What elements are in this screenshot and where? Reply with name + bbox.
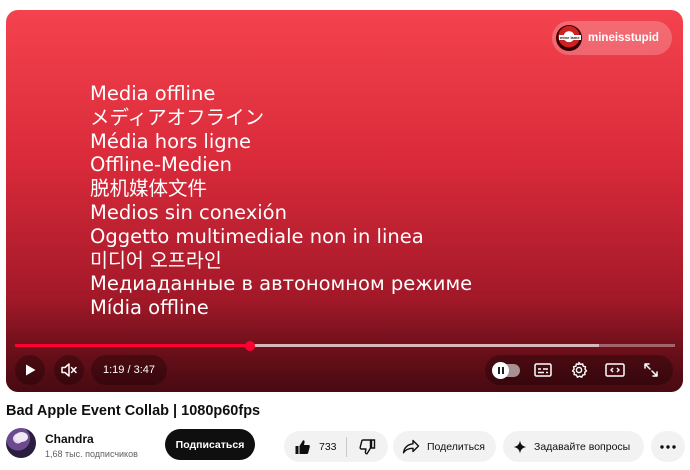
offline-line: Media offline	[90, 82, 216, 105]
autoplay-toggle-track	[492, 361, 520, 379]
dislike-button[interactable]	[347, 431, 387, 462]
share-icon	[402, 439, 420, 454]
progress-scrubber-handle[interactable]	[244, 340, 255, 351]
thumbs-up-icon	[295, 439, 310, 454]
subscriber-count: 1,68 тыс. подписчиков	[45, 449, 138, 459]
like-button[interactable]: 733	[284, 431, 346, 462]
offline-line: Медиаданные в автономном режиме	[90, 272, 473, 296]
like-dislike-group: 733	[284, 431, 388, 462]
chip-avatar: mine lame	[556, 25, 582, 51]
more-actions-button[interactable]	[651, 431, 685, 462]
theater-mode-icon	[605, 363, 625, 377]
chip-avatar-text: mine lame	[559, 35, 581, 40]
subtitles-icon	[534, 363, 552, 377]
progress-bar[interactable]	[15, 340, 675, 351]
share-button[interactable]: Поделиться	[393, 431, 496, 462]
channel-avatar[interactable]	[6, 428, 36, 458]
offline-line: Oggetto multimediale non in linea	[90, 224, 424, 248]
chip-channel-name: mineisstupid	[588, 32, 659, 44]
channel-chip[interactable]: mine lame mineisstupid	[552, 21, 672, 55]
progress-played	[15, 344, 250, 347]
video-title: Bad Apple Event Collab | 1080p60fps	[6, 403, 261, 419]
gear-icon	[571, 361, 588, 378]
settings-button[interactable]	[563, 355, 595, 385]
fullscreen-button[interactable]	[635, 355, 667, 385]
subscribe-button[interactable]: Подписаться	[165, 429, 255, 460]
sparkle-icon	[513, 440, 527, 453]
fullscreen-icon	[644, 363, 658, 377]
offline-line: Offline-Medien	[90, 153, 232, 177]
more-horizontal-icon	[660, 444, 676, 449]
offline-line: Medios sin conexión	[90, 200, 287, 224]
time-display-pill: 1:19 / 3:47	[91, 355, 167, 385]
ask-questions-button[interactable]: Задавайте вопросы	[503, 431, 644, 462]
thumbs-down-icon	[358, 438, 375, 454]
time-display: 1:19 / 3:47	[103, 364, 155, 376]
offline-line: Média hors ligne	[90, 129, 251, 153]
offline-line: 脱机媒体文件	[90, 177, 208, 201]
ask-questions-label: Задавайте вопросы	[534, 440, 631, 453]
channel-name[interactable]: Chandra	[45, 432, 94, 446]
media-offline-text: Media offline メディアオフライン Média hors ligne…	[90, 82, 472, 320]
offline-line: メディアオフライン	[90, 105, 265, 129]
offline-line: 미디어 오프라인	[90, 248, 222, 272]
offline-line: Mídia offline	[90, 296, 209, 320]
play-icon	[26, 364, 36, 376]
video-player[interactable]: Media offline メディアオフライン Média hors ligne…	[6, 10, 683, 392]
share-label: Поделиться	[427, 440, 485, 453]
mute-button[interactable]	[54, 355, 84, 385]
theater-mode-button[interactable]	[599, 355, 631, 385]
subtitles-button[interactable]	[527, 355, 559, 385]
player-right-controls	[485, 355, 673, 385]
like-count: 733	[319, 440, 337, 453]
volume-muted-icon	[61, 363, 77, 377]
pause-icon	[492, 361, 509, 379]
autoplay-toggle[interactable]	[491, 355, 523, 385]
play-button[interactable]	[15, 355, 45, 385]
